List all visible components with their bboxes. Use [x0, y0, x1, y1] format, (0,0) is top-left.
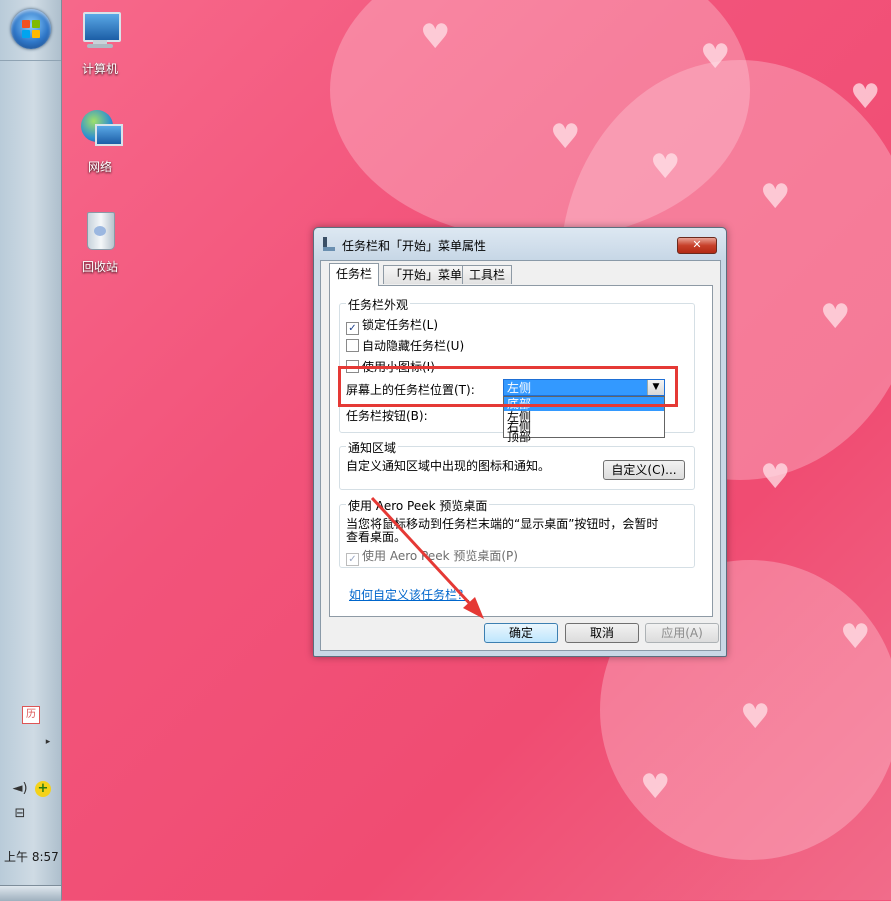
checkbox-label: 使用 Aero Peek 预览桌面(P) — [362, 549, 518, 563]
taskbar-properties-dialog: 任务栏和「开始」菜单属性 ✕ 任务栏 「开始」菜单 工具栏 任务栏外观 ✓ 锁定任… — [313, 227, 727, 657]
close-button[interactable]: ✕ — [677, 237, 717, 254]
network-icon — [77, 108, 123, 154]
group-notification-area: 通知区域 自定义通知区域中出现的图标和通知。 自定义(C)... — [339, 439, 695, 490]
aero-peek-description-line2: 查看桌面。 — [346, 530, 407, 544]
group-title: 通知区域 — [346, 439, 399, 456]
network-icon[interactable]: ⊟ — [12, 806, 28, 822]
taskbar-buttons-label: 任务栏按钮(B): — [346, 409, 428, 423]
start-button[interactable] — [11, 9, 51, 49]
chevron-right-icon[interactable]: ▸ — [40, 734, 56, 750]
calendar-icon[interactable]: 历 — [22, 706, 40, 724]
desktop-icon-label: 计算机 — [81, 62, 118, 76]
cancel-button[interactable]: 取消 — [565, 623, 639, 643]
checkbox-label: 自动隐藏任务栏(U) — [362, 339, 465, 353]
clock[interactable]: 上午 8:57 — [4, 848, 59, 865]
checkbox-checked-icon: ✓ — [346, 553, 359, 566]
tab-start-menu[interactable]: 「开始」菜单 — [383, 265, 470, 284]
computer-icon — [77, 10, 123, 56]
tab-taskbar[interactable]: 任务栏 — [329, 263, 380, 286]
dialog-client-area: 任务栏 「开始」菜单 工具栏 任务栏外观 ✓ 锁定任务栏(L) 自动隐藏任务栏(U… — [320, 260, 721, 651]
annotation-highlight-box — [338, 366, 678, 407]
checkbox-checked-icon: ✓ — [346, 322, 359, 335]
add-icon[interactable]: + — [35, 781, 51, 797]
group-title: 任务栏外观 — [346, 296, 411, 313]
notification-description: 自定义通知区域中出现的图标和通知。 — [346, 459, 551, 473]
customize-taskbar-help-link[interactable]: 如何自定义该任务栏？ — [349, 586, 469, 603]
tab-panel-taskbar: 任务栏外观 ✓ 锁定任务栏(L) 自动隐藏任务栏(U) 使用小图标(I) 屏幕上的… — [329, 285, 713, 617]
show-desktop-button[interactable] — [0, 885, 61, 901]
checkbox-label: 锁定任务栏(L) — [362, 318, 439, 332]
auto-hide-checkbox[interactable]: 自动隐藏任务栏(U) — [346, 337, 464, 354]
apply-button[interactable]: 应用(A) — [645, 623, 719, 643]
desktop-icon-label: 网络 — [87, 160, 112, 174]
group-title: 使用 Aero Peek 预览桌面 — [346, 497, 490, 514]
checkbox-unchecked-icon — [346, 339, 359, 352]
group-aero-peek: 使用 Aero Peek 预览桌面 当您将鼠标移动到任务栏末端的“显示桌面”按钮… — [339, 497, 695, 568]
aero-peek-checkbox[interactable]: ✓ 使用 Aero Peek 预览桌面(P) — [346, 547, 518, 566]
lock-taskbar-checkbox[interactable]: ✓ 锁定任务栏(L) — [346, 316, 438, 335]
ok-button[interactable]: 确定 — [484, 623, 558, 643]
recycle-bin-icon — [77, 208, 123, 254]
taskbar-separator — [0, 60, 61, 61]
taskbar: 历 ▸ ◄) + ⊟ 上午 8:57 — [0, 0, 62, 901]
desktop-icon-network[interactable]: 网络 — [62, 108, 138, 175]
desktop-icon-recycle-bin[interactable]: 回收站 — [62, 208, 138, 275]
taskbar-properties-icon — [322, 237, 336, 251]
volume-icon[interactable]: ◄) — [12, 781, 28, 797]
dropdown-option[interactable]: 顶部 — [504, 431, 664, 444]
tab-toolbars[interactable]: 工具栏 — [462, 265, 513, 284]
dialog-titlebar[interactable]: 任务栏和「开始」菜单属性 ✕ — [314, 228, 726, 260]
desktop-icon-computer[interactable]: 计算机 — [62, 10, 138, 77]
desktop-icon-label: 回收站 — [81, 260, 118, 274]
dialog-title: 任务栏和「开始」菜单属性 — [342, 239, 487, 253]
windows-logo-icon — [22, 20, 40, 38]
customize-notification-button[interactable]: 自定义(C)... — [603, 460, 685, 480]
